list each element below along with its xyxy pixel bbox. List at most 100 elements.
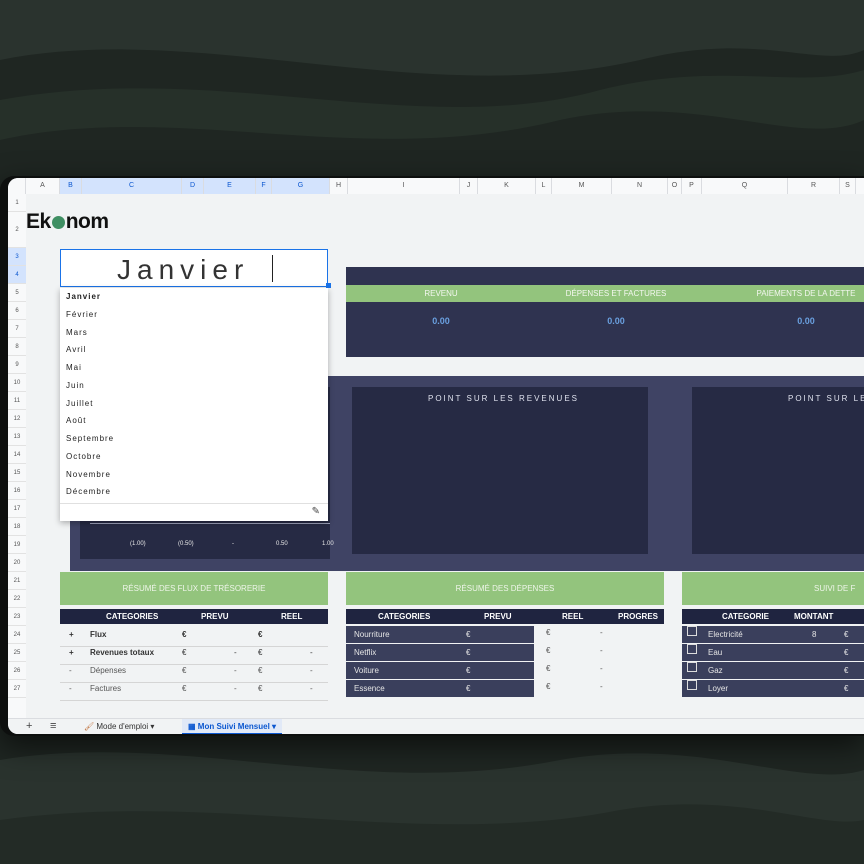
row-header[interactable]: 10	[8, 374, 26, 392]
column-header[interactable]: D	[182, 178, 204, 194]
bill-checkbox[interactable]	[687, 644, 697, 654]
sheet-grid[interactable]: Ek nom REVENU DÉPENSES ET FACTURES PAIEME…	[26, 194, 864, 718]
column-header[interactable]: G	[272, 178, 330, 194]
row-header[interactable]: 5	[8, 284, 26, 302]
column-header[interactable]: R	[788, 178, 840, 194]
row-header[interactable]: 19	[8, 536, 26, 554]
expense-real-cell[interactable]: € -	[540, 682, 664, 698]
tab-mode-emploi[interactable]: 🖌 Mode d'emploi ▾	[78, 719, 160, 734]
bill-row[interactable]: Electricité 8 €	[682, 626, 864, 643]
column-header[interactable]: S	[840, 178, 856, 194]
cashflow-row[interactable]: - Dépenses € - € -	[60, 666, 328, 683]
month-select-cell[interactable]: Janvier	[60, 249, 328, 287]
column-header[interactable]: M	[552, 178, 612, 194]
month-option[interactable]: Octobre	[66, 452, 101, 461]
edit-pencil-icon[interactable]: ✎	[312, 506, 320, 517]
all-sheets-menu-icon[interactable]: ≡	[50, 720, 56, 732]
bill-row[interactable]: Loyer €	[682, 680, 864, 697]
month-option[interactable]: Décembre	[66, 487, 111, 496]
cashflow-row[interactable]: + Revenues totaux € - € -	[60, 648, 328, 665]
month-option[interactable]: Juin	[66, 381, 85, 390]
row-header[interactable]: 15	[8, 464, 26, 482]
month-option[interactable]: Novembre	[66, 470, 111, 479]
row-header[interactable]: 26	[8, 662, 26, 680]
bill-checkbox[interactable]	[687, 662, 697, 672]
expense-real-cell[interactable]: € -	[540, 664, 664, 680]
row-header[interactable]: 11	[8, 392, 26, 410]
month-option[interactable]: Mai	[66, 363, 82, 372]
row-header[interactable]: 21	[8, 572, 26, 590]
column-header[interactable]: Q	[702, 178, 788, 194]
cashflow-table-header: CATEGORIES PREVU REEL	[60, 609, 328, 624]
month-option[interactable]: Août	[66, 416, 86, 425]
column-header[interactable]: I	[348, 178, 460, 194]
row-label: Nourriture	[354, 630, 390, 639]
row-header[interactable]: 18	[8, 518, 26, 536]
cashflow-row[interactable]: + Flux € €	[60, 630, 328, 647]
bill-checkbox[interactable]	[687, 680, 697, 690]
row-header[interactable]: 16	[8, 482, 26, 500]
row-header[interactable]: 24	[8, 626, 26, 644]
expense-real-cell[interactable]: € -	[540, 628, 664, 644]
expense-row[interactable]: Nourriture €	[346, 626, 534, 643]
month-option[interactable]: Janvier	[66, 292, 101, 301]
expense-row[interactable]: Voiture €	[346, 662, 534, 679]
row-header[interactable]: 25	[8, 644, 26, 662]
column-header[interactable]: B	[60, 178, 82, 194]
row-currency: €	[546, 682, 551, 691]
row-header[interactable]: 2	[8, 212, 26, 248]
month-option[interactable]: Juillet	[66, 399, 93, 408]
row-header[interactable]: 6	[8, 302, 26, 320]
expense-row[interactable]: Essence €	[346, 680, 534, 697]
bill-row[interactable]: Gaz €	[682, 662, 864, 679]
row-header[interactable]: 27	[8, 680, 26, 698]
row-header[interactable]: 12	[8, 410, 26, 428]
row-header[interactable]: 1	[8, 194, 26, 212]
column-header[interactable]: H	[330, 178, 348, 194]
expense-real-cell[interactable]: € -	[540, 646, 664, 662]
column-header[interactable]: C	[82, 178, 182, 194]
chevron-down-icon[interactable]: ▾	[150, 722, 154, 731]
corner-cell[interactable]	[8, 178, 26, 194]
month-option[interactable]: Avril	[66, 345, 86, 354]
row-header[interactable]: 4	[8, 266, 26, 284]
column-header[interactable]: F	[256, 178, 272, 194]
row-currency: €	[182, 630, 187, 639]
row-header[interactable]: 20	[8, 554, 26, 572]
row-header[interactable]: 7	[8, 320, 26, 338]
row-currency: €	[258, 630, 263, 639]
chevron-down-icon[interactable]: ▾	[272, 722, 276, 731]
row-value: -	[310, 648, 313, 657]
month-option[interactable]: Septembre	[66, 434, 114, 443]
row-header[interactable]: 23	[8, 608, 26, 626]
row-currency: €	[844, 666, 849, 675]
row-header[interactable]: 22	[8, 590, 26, 608]
column-header[interactable]: A	[26, 178, 60, 194]
dropdown-divider	[60, 503, 328, 504]
cashflow-row[interactable]: - Factures € - € -	[60, 684, 328, 701]
row-header[interactable]: 9	[8, 356, 26, 374]
tab-mon-suivi-mensuel[interactable]: ▦ Mon Suivi Mensuel ▾	[182, 719, 283, 734]
column-header[interactable]: O	[668, 178, 682, 194]
row-header[interactable]: 3	[8, 248, 26, 266]
month-option[interactable]: Février	[66, 310, 98, 319]
col-prevu: PREVU	[484, 612, 512, 621]
column-header[interactable]: J	[460, 178, 478, 194]
add-sheet-icon[interactable]: +	[26, 720, 32, 732]
column-header[interactable]: K	[478, 178, 536, 194]
row-header[interactable]: 14	[8, 446, 26, 464]
expense-row[interactable]: Netflix €	[346, 644, 534, 661]
column-header[interactable]: L	[536, 178, 552, 194]
row-header[interactable]: 8	[8, 338, 26, 356]
month-option[interactable]: Mars	[66, 328, 88, 337]
row-currency: €	[258, 684, 263, 693]
column-header[interactable]: E	[204, 178, 256, 194]
row-header[interactable]: 13	[8, 428, 26, 446]
logo-circle-icon	[51, 216, 65, 229]
row-header[interactable]: 17	[8, 500, 26, 518]
bill-checkbox[interactable]	[687, 626, 697, 636]
column-header[interactable]: P	[682, 178, 702, 194]
bill-row[interactable]: Eau €	[682, 644, 864, 661]
spreadsheet-screen: A B C D E F G H I J K L M N O P Q R S 1 …	[8, 178, 864, 734]
column-header[interactable]: N	[612, 178, 668, 194]
